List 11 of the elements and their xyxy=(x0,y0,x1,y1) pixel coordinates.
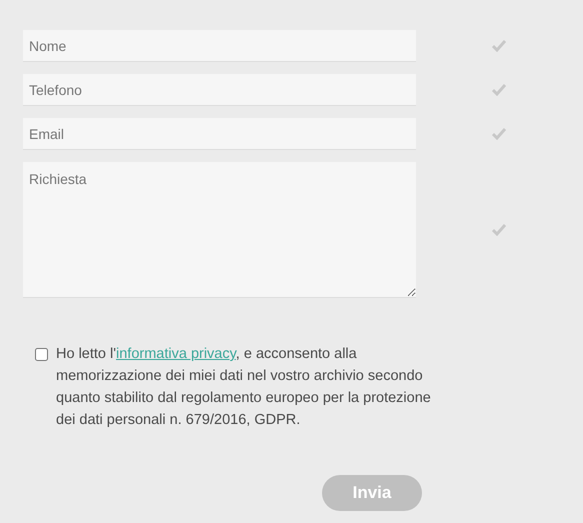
text-field[interactable]: Telefono xyxy=(23,74,416,106)
checkmark-icon xyxy=(492,40,506,52)
consent-text: Ho letto l'informativa privacy, e acconsento alla memorizzazione dei miei dati nel vostro archivio secondo quanto stabilito dal regolamento europeo per la protezione dei dati personali n. 679/2016, GDPR. xyxy=(56,345,432,430)
text-field[interactable]: Email xyxy=(23,118,416,150)
text-field[interactable]: Nome xyxy=(23,30,416,62)
consent-checkbox[interactable] xyxy=(35,348,48,361)
privacy-link[interactable]: informativa privacy xyxy=(116,346,236,362)
request-textarea[interactable]: Richiesta xyxy=(23,162,416,298)
checkmark-icon xyxy=(492,224,506,236)
checkmark-icon xyxy=(492,128,506,140)
checkmark-icon xyxy=(492,84,506,96)
